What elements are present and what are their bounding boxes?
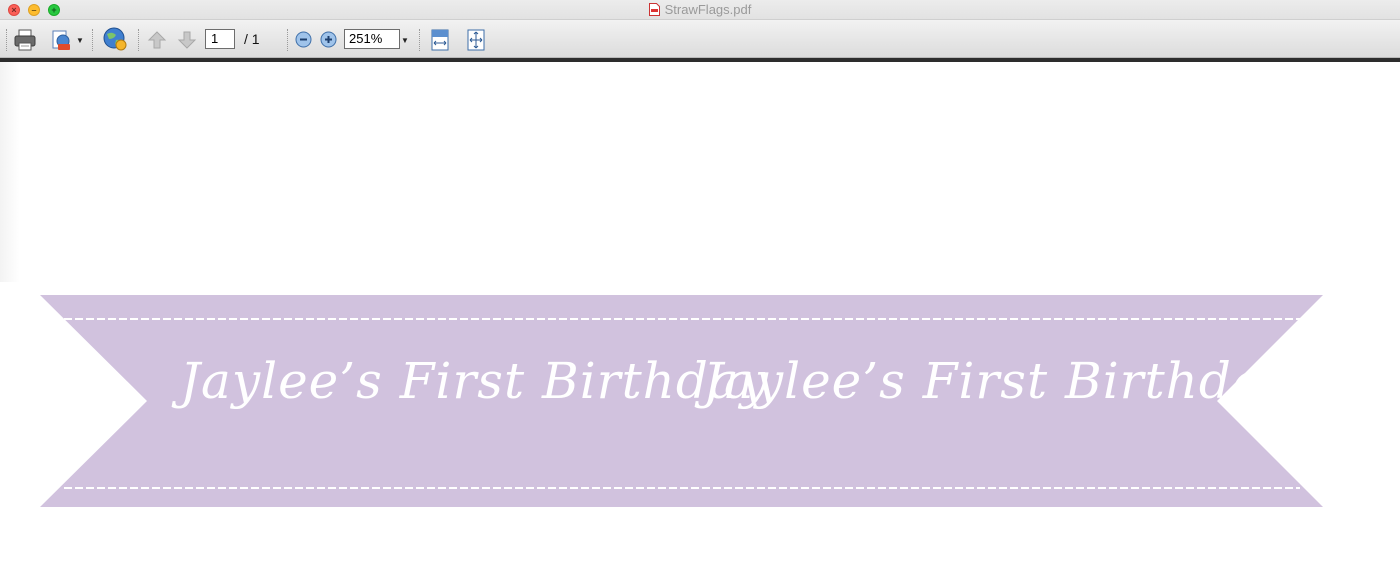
- page-total-label: / 1: [244, 31, 260, 47]
- toolbar-separator: [6, 29, 9, 51]
- toolbar-separator: [419, 29, 422, 51]
- zoom-level-select[interactable]: 251%: [344, 29, 400, 49]
- banner-text-left: Jaylee’s First Birthday: [180, 352, 769, 410]
- document-viewport[interactable]: Jaylee’s First Birthday Jaylee’s First B…: [0, 62, 1400, 575]
- page-down-icon[interactable]: [177, 30, 197, 50]
- globe-icon[interactable]: [102, 26, 128, 52]
- banner-text-right: Jaylee’s First Birthday: [703, 352, 1292, 410]
- toolbar-separator: [92, 29, 95, 51]
- export-icon[interactable]: [50, 28, 74, 52]
- toolbar: ▼ 1 / 1 251% ▼: [0, 20, 1400, 58]
- page-number-input[interactable]: 1: [205, 29, 235, 49]
- window-title: StrawFlags.pdf: [0, 0, 1400, 20]
- toolbar-separator: [287, 29, 290, 51]
- fit-page-icon[interactable]: [466, 28, 486, 52]
- straw-flag-banner: [40, 295, 1323, 507]
- zoom-out-icon[interactable]: [295, 31, 312, 48]
- export-dropdown-arrow-icon[interactable]: ▼: [76, 36, 84, 45]
- toolbar-separator: [138, 29, 141, 51]
- print-icon[interactable]: [13, 28, 37, 52]
- zoom-dropdown-arrow-icon[interactable]: ▼: [401, 36, 409, 45]
- fit-width-icon[interactable]: [430, 28, 450, 52]
- page-up-icon[interactable]: [147, 30, 167, 50]
- title-bar: × – + StrawFlags.pdf: [0, 0, 1400, 20]
- zoom-in-icon[interactable]: [320, 31, 337, 48]
- pdf-file-icon: [648, 3, 660, 16]
- window-title-text: StrawFlags.pdf: [664, 2, 752, 17]
